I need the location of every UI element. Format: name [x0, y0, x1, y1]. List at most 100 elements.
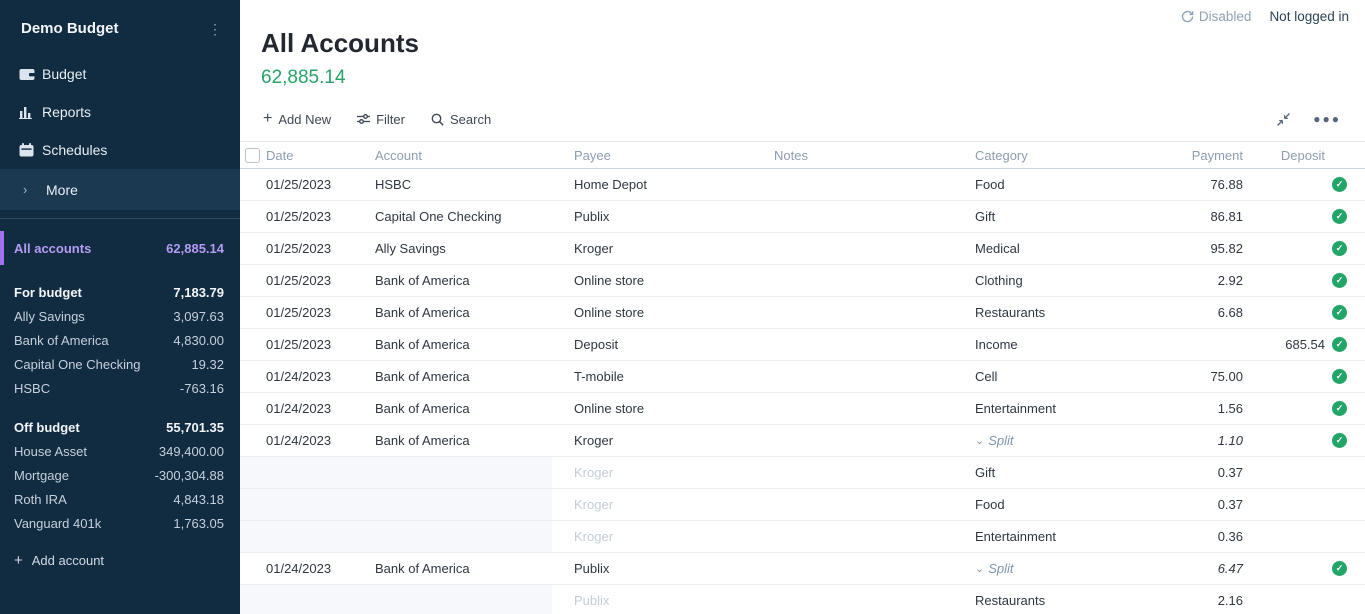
category-cell[interactable]: Income [952, 329, 1152, 360]
add-new-button[interactable]: + Add New [263, 110, 331, 128]
account-cell[interactable] [372, 521, 552, 552]
payment-cell[interactable]: 86.81 [1152, 201, 1252, 232]
date-cell[interactable]: 01/25/2023 [262, 233, 372, 264]
payment-cell[interactable] [1152, 329, 1252, 360]
cleared-check-icon[interactable]: ✓ [1332, 561, 1347, 576]
payee-cell[interactable]: Publix [552, 553, 754, 584]
sidebar-account-row[interactable]: Roth IRA4,843.18 [0, 487, 240, 511]
date-cell[interactable] [262, 489, 372, 520]
deposit-cell[interactable] [1252, 585, 1330, 614]
account-cell[interactable] [372, 489, 552, 520]
date-cell[interactable]: 01/25/2023 [262, 169, 372, 200]
notes-cell[interactable] [754, 489, 952, 520]
split-child-row[interactable]: KrogerEntertainment0.36 [240, 521, 1365, 553]
transaction-row[interactable]: 01/24/2023Bank of AmericaOnline storeEnt… [240, 393, 1365, 425]
sidebar-account-row[interactable]: Capital One Checking19.32 [0, 352, 240, 376]
deposit-cell[interactable] [1252, 169, 1330, 200]
date-cell[interactable]: 01/24/2023 [262, 425, 372, 456]
payee-cell[interactable]: T-mobile [552, 361, 754, 392]
account-cell[interactable] [372, 585, 552, 614]
account-cell[interactable]: Bank of America [372, 329, 552, 360]
more-options-icon[interactable]: ●●● [1313, 112, 1341, 126]
payment-cell[interactable]: 1.56 [1152, 393, 1252, 424]
category-cell[interactable]: Food [952, 169, 1152, 200]
add-account-button[interactable]: + Add account [0, 552, 240, 569]
date-cell[interactable] [262, 457, 372, 488]
notes-cell[interactable] [754, 265, 952, 296]
category-cell[interactable]: Entertainment [952, 393, 1152, 424]
payment-cell[interactable]: 2.92 [1152, 265, 1252, 296]
category-cell[interactable]: Gift [952, 457, 1152, 488]
notes-cell[interactable] [754, 553, 952, 584]
payment-cell[interactable]: 2.16 [1152, 585, 1252, 614]
notes-cell[interactable] [754, 585, 952, 614]
account-cell[interactable]: Bank of America [372, 393, 552, 424]
deposit-cell[interactable] [1252, 265, 1330, 296]
payment-cell[interactable]: 1.10 [1152, 425, 1252, 456]
select-all-checkbox[interactable] [245, 148, 260, 163]
deposit-cell[interactable] [1252, 393, 1330, 424]
deposit-cell[interactable] [1252, 201, 1330, 232]
collapse-transactions-icon[interactable] [1276, 112, 1291, 127]
date-cell[interactable]: 01/25/2023 [262, 297, 372, 328]
column-header-payment[interactable]: Payment [1152, 142, 1252, 168]
split-toggle[interactable]: ⌄Split [975, 561, 1014, 576]
payment-cell[interactable]: 6.68 [1152, 297, 1252, 328]
payee-cell[interactable]: Publix [552, 201, 754, 232]
date-cell[interactable] [262, 521, 372, 552]
date-cell[interactable]: 01/25/2023 [262, 265, 372, 296]
payee-cell[interactable]: Publix [552, 585, 754, 614]
payee-cell[interactable]: Home Depot [552, 169, 754, 200]
sidebar-group-header[interactable]: Off budget55,701.35 [0, 415, 240, 439]
filter-button[interactable]: Filter [357, 112, 405, 127]
date-cell[interactable] [262, 585, 372, 614]
deposit-cell[interactable]: 685.54 [1252, 329, 1330, 360]
cleared-check-icon[interactable]: ✓ [1332, 305, 1347, 320]
sidebar-item-more[interactable]: › More [0, 169, 240, 210]
account-cell[interactable] [372, 457, 552, 488]
deposit-cell[interactable] [1252, 553, 1330, 584]
category-cell[interactable]: Gift [952, 201, 1152, 232]
payee-cell[interactable]: Online store [552, 265, 754, 296]
account-cell[interactable]: Bank of America [372, 361, 552, 392]
payee-cell[interactable]: Online store [552, 297, 754, 328]
category-cell[interactable]: Food [952, 489, 1152, 520]
sidebar-account-row[interactable]: Mortgage-300,304.88 [0, 463, 240, 487]
account-cell[interactable]: Ally Savings [372, 233, 552, 264]
deposit-cell[interactable] [1252, 425, 1330, 456]
sidebar-account-row[interactable]: Ally Savings3,097.63 [0, 304, 240, 328]
column-header-notes[interactable]: Notes [754, 142, 952, 168]
notes-cell[interactable] [754, 169, 952, 200]
deposit-cell[interactable] [1252, 297, 1330, 328]
sidebar-account-row[interactable]: Vanguard 401k1,763.05 [0, 511, 240, 535]
notes-cell[interactable] [754, 329, 952, 360]
cleared-check-icon[interactable]: ✓ [1332, 401, 1347, 416]
cleared-check-icon[interactable]: ✓ [1332, 209, 1347, 224]
deposit-cell[interactable] [1252, 457, 1330, 488]
payment-cell[interactable]: 75.00 [1152, 361, 1252, 392]
category-cell[interactable]: ⌄Split [952, 553, 1152, 584]
payment-cell[interactable]: 6.47 [1152, 553, 1252, 584]
account-cell[interactable]: Bank of America [372, 265, 552, 296]
category-cell[interactable]: Clothing [952, 265, 1152, 296]
account-cell[interactable]: HSBC [372, 169, 552, 200]
transaction-row[interactable]: 01/25/2023Bank of AmericaOnline store Clo… [240, 265, 1365, 297]
category-cell[interactable]: Cell [952, 361, 1152, 392]
sidebar-group-header[interactable]: For budget7,183.79 [0, 280, 240, 304]
transaction-row[interactable]: 01/25/2023Bank of AmericaOnline storeRes… [240, 297, 1365, 329]
deposit-cell[interactable] [1252, 361, 1330, 392]
account-cell[interactable]: Capital One Checking [372, 201, 552, 232]
notes-cell[interactable] [754, 201, 952, 232]
notes-cell[interactable] [754, 457, 952, 488]
notes-cell[interactable] [754, 521, 952, 552]
payee-cell[interactable]: Kroger [552, 457, 754, 488]
search-button[interactable]: Search [431, 112, 491, 127]
account-cell[interactable]: Bank of America [372, 297, 552, 328]
payment-cell[interactable]: 0.37 [1152, 489, 1252, 520]
transaction-row[interactable]: 01/24/2023Bank of AmericaPublix⌄Split6.4… [240, 553, 1365, 585]
payment-cell[interactable]: 95.82 [1152, 233, 1252, 264]
payment-cell[interactable]: 0.36 [1152, 521, 1252, 552]
date-cell[interactable]: 01/24/2023 [262, 553, 372, 584]
cleared-check-icon[interactable]: ✓ [1332, 433, 1347, 448]
category-cell[interactable]: Entertainment [952, 521, 1152, 552]
